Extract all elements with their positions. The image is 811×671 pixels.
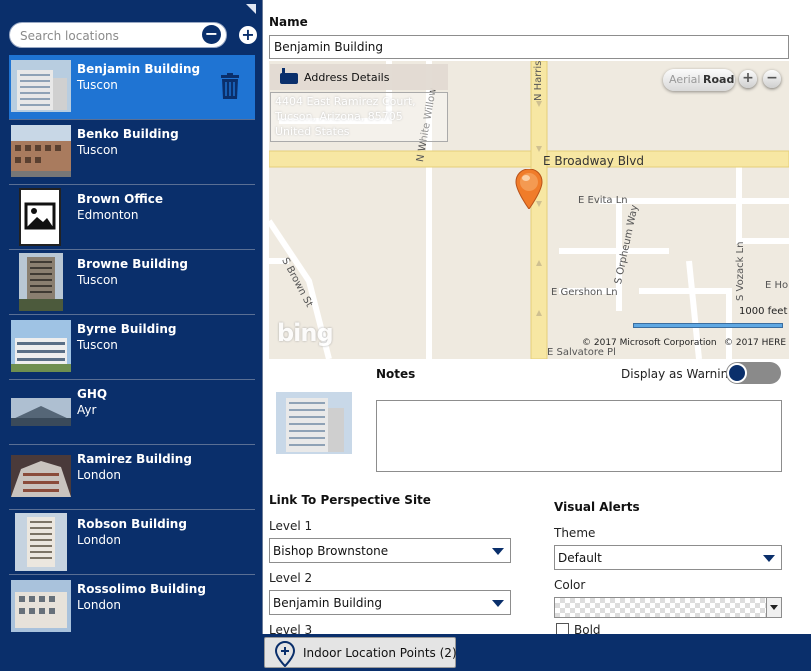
location-city: Tuscon <box>77 273 118 287</box>
color-label: Color <box>554 578 586 592</box>
display-warning-toggle[interactable] <box>726 362 781 384</box>
street-label: E Salvatore Pl <box>547 347 616 358</box>
street-label: E Broadway Blvd <box>543 154 644 168</box>
notes-textarea[interactable] <box>376 400 782 472</box>
building-thumbnail <box>19 253 63 311</box>
theme-label: Theme <box>554 526 596 540</box>
location-details-panel: Name Benjamin Building E Broadway Blvd N… <box>264 0 811 637</box>
building-thumbnail <box>11 320 71 372</box>
add-location-icon[interactable]: + <box>239 26 257 44</box>
chevron-down-icon <box>492 600 504 607</box>
location-item-robson[interactable]: Robson Building London <box>9 510 255 575</box>
map-mode-switch[interactable]: Aerial Road <box>663 69 735 91</box>
street-label: E Holl <box>765 280 789 291</box>
location-name: Robson Building <box>77 517 187 531</box>
location-item-brown-office[interactable]: Brown Office Edmonton <box>9 185 255 250</box>
location-city: Edmonton <box>77 208 139 222</box>
building-thumbnail <box>11 580 71 632</box>
location-city: London <box>77 468 121 482</box>
indoor-location-points-button[interactable]: Indoor Location Points (2) <box>264 637 457 668</box>
chevron-down-icon[interactable] <box>766 598 781 617</box>
collapse-corner-icon[interactable] <box>246 4 256 14</box>
copyright-here: © 2017 HERE <box>724 338 787 348</box>
chevron-down-icon <box>492 548 504 555</box>
location-name: Brown Office <box>77 192 163 206</box>
building-thumbnail <box>11 398 71 426</box>
location-name: Rossolimo Building <box>77 582 206 596</box>
address-line: Tucson, Arizona, 85705 <box>275 110 403 123</box>
location-item-ghq[interactable]: GHQ Ayr <box>9 380 255 445</box>
zoom-in-button[interactable]: + <box>739 70 757 88</box>
location-city: Ayr <box>77 403 97 417</box>
road-mode-button[interactable]: Road <box>703 73 734 86</box>
building-thumbnail <box>11 125 71 177</box>
map-pin-icon <box>275 641 295 667</box>
aerial-mode-button[interactable]: Aerial <box>669 73 700 86</box>
location-city: London <box>77 533 121 547</box>
address-details-tab[interactable]: Address Details <box>270 64 448 90</box>
street-label: N Harrison Rd <box>533 61 544 101</box>
level1-value: Bishop Brownstone <box>273 544 389 558</box>
level1-label: Level 1 <box>269 519 313 533</box>
building-thumbnail <box>11 455 71 497</box>
building-thumbnail <box>11 60 71 112</box>
theme-value: Default <box>558 551 602 565</box>
location-pin-icon[interactable] <box>515 169 543 209</box>
street-label: S Vozack Ln <box>735 241 746 301</box>
location-item-browne[interactable]: Browne Building Tuscon <box>9 250 255 315</box>
search-box <box>9 22 227 48</box>
location-item-byrne[interactable]: Byrne Building Tuscon <box>9 315 255 380</box>
scale-label: 1000 feet <box>739 306 788 317</box>
level2-value: Benjamin Building <box>273 596 383 610</box>
color-picker[interactable] <box>554 597 782 618</box>
link-perspective-label: Link To Perspective Site <box>269 493 431 507</box>
location-item-benko[interactable]: Benko Building Tuscon <box>9 120 255 185</box>
street-label: E Evita Ln <box>578 195 628 206</box>
location-city: Tuscon <box>77 338 118 352</box>
address-details-label: Address Details <box>304 71 390 84</box>
warning-label: Display as Warning <box>621 367 736 381</box>
map-view[interactable]: E Broadway Blvd N Harrison Rd N White Wi… <box>269 61 789 359</box>
trash-icon[interactable] <box>219 73 241 99</box>
name-field[interactable] <box>269 35 789 59</box>
location-name: Benko Building <box>77 127 179 141</box>
name-label: Name <box>269 15 308 29</box>
visual-alerts-label: Visual Alerts <box>554 500 640 514</box>
mailbox-icon <box>280 68 298 84</box>
location-name: Byrne Building <box>77 322 177 336</box>
copyright-microsoft: © 2017 Microsoft Corporation <box>582 338 717 348</box>
level1-select[interactable]: Bishop Brownstone <box>269 538 511 563</box>
scale-bar <box>633 323 783 328</box>
location-city: London <box>77 598 121 612</box>
remove-location-icon[interactable]: − <box>202 25 221 44</box>
level2-label: Level 2 <box>269 571 313 585</box>
toggle-knob <box>727 363 747 383</box>
address-details-box: 4404 East Ramirez Court, Tucson, Arizona… <box>270 92 448 142</box>
location-item-rossolimo[interactable]: Rossolimo Building London <box>9 575 255 640</box>
location-city: Tuscon <box>77 78 118 92</box>
chevron-down-icon <box>763 555 775 562</box>
theme-select[interactable]: Default <box>554 545 782 570</box>
bing-logo: bing <box>277 319 334 347</box>
address-line: 4404 East Ramirez Court, <box>275 95 416 108</box>
notes-label: Notes <box>376 367 416 381</box>
building-preview-image <box>276 392 352 454</box>
search-input[interactable] <box>20 28 190 44</box>
location-name: Browne Building <box>77 257 189 271</box>
street-label: E Gershon Ln <box>551 287 618 298</box>
bottom-bar: Indoor Location Points (2) <box>0 634 811 671</box>
building-thumbnail <box>15 513 67 571</box>
location-item-benjamin[interactable]: Benjamin Building Tuscon <box>9 55 255 120</box>
address-line: United States <box>275 125 350 138</box>
location-city: Tuscon <box>77 143 118 157</box>
level2-select[interactable]: Benjamin Building <box>269 590 511 615</box>
indoor-button-label: Indoor Location Points (2) <box>303 646 457 660</box>
location-sidebar: − + Benjamin Building Tuscon Benko Build… <box>0 0 263 671</box>
location-name: Ramirez Building <box>77 452 192 466</box>
zoom-out-button[interactable]: − <box>763 70 781 88</box>
location-name: GHQ <box>77 387 108 401</box>
location-item-ramirez[interactable]: Ramirez Building London <box>9 445 255 510</box>
image-placeholder-icon <box>19 188 61 246</box>
location-name: Benjamin Building <box>77 62 201 76</box>
